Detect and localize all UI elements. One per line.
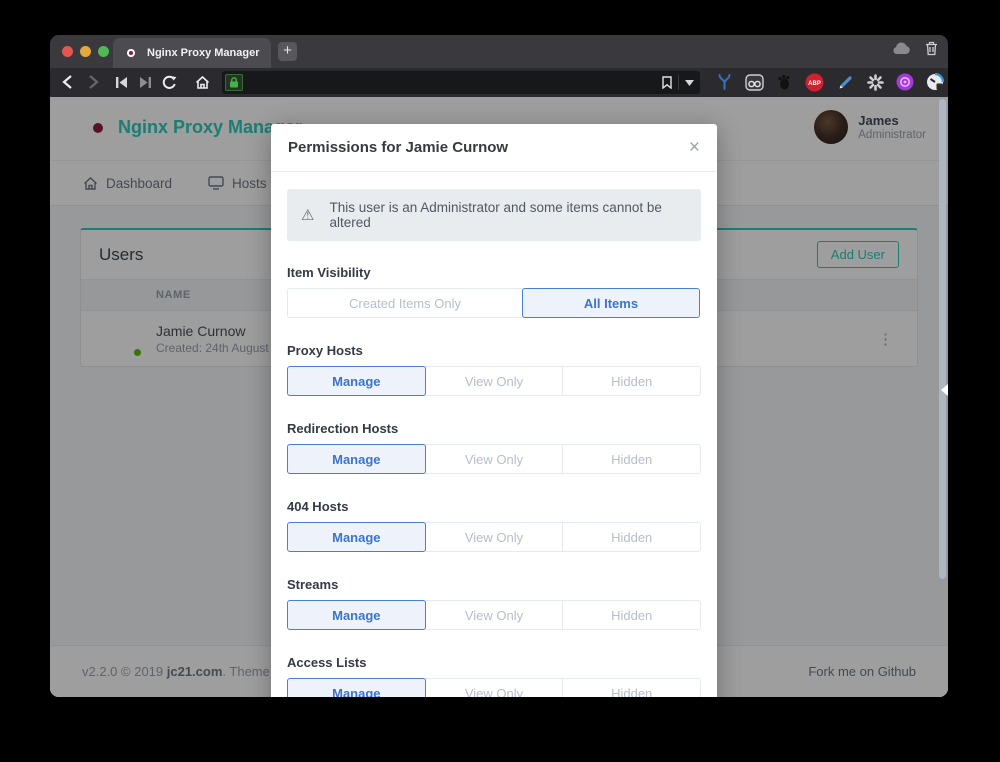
back-icon[interactable] <box>58 73 76 91</box>
access-lists-hidden-button[interactable]: Hidden <box>562 678 701 697</box>
404-hosts-group: 404 Hosts Manage View Only Hidden <box>287 499 701 552</box>
permissions-modal: Permissions for Jamie Curnow × ⚠ This us… <box>271 124 717 697</box>
redirection-hosts-manage-button[interactable]: Manage <box>287 444 426 474</box>
redirection-hosts-view-only-button[interactable]: View Only <box>425 444 564 474</box>
alert-text: This user is an Administrator and some i… <box>329 200 687 230</box>
extension-pen-icon[interactable] <box>835 72 855 92</box>
access-lists-group: Access Lists Manage View Only Hidden <box>287 655 701 697</box>
redirection-hosts-group: Redirection Hosts Manage View Only Hidde… <box>287 421 701 474</box>
streams-group: Streams Manage View Only Hidden <box>287 577 701 630</box>
reload-icon[interactable] <box>160 73 178 91</box>
desktop-background: Nginx Proxy Manager + <box>0 0 1000 762</box>
access-lists-manage-button[interactable]: Manage <box>287 678 426 697</box>
browser-tab[interactable]: Nginx Proxy Manager <box>113 38 271 68</box>
ssl-lock-icon[interactable] <box>225 74 243 91</box>
forward-icon[interactable] <box>84 73 102 91</box>
svg-text:ABP: ABP <box>808 81 821 87</box>
home-icon[interactable] <box>193 73 211 91</box>
proxy-hosts-hidden-button[interactable]: Hidden <box>562 366 701 396</box>
streams-manage-button[interactable]: Manage <box>287 600 426 630</box>
sync-cloud-icon[interactable] <box>891 42 911 55</box>
access-lists-view-only-button[interactable]: View Only <box>425 678 564 697</box>
404-hosts-manage-button[interactable]: Manage <box>287 522 426 552</box>
close-window-button[interactable] <box>62 46 73 57</box>
visibility-created-items-button[interactable]: Created Items Only <box>287 288 523 318</box>
favicon-npm-icon <box>123 45 139 61</box>
extension-split-icon[interactable] <box>714 72 734 92</box>
404-hosts-hidden-button[interactable]: Hidden <box>562 522 701 552</box>
item-visibility-label: Item Visibility <box>287 265 701 280</box>
extension-gauge-icon[interactable] <box>925 72 945 92</box>
zoom-window-button[interactable] <box>98 46 109 57</box>
extension-flower-icon[interactable] <box>865 72 885 92</box>
extension-adblock-icon[interactable]: ABP <box>804 72 824 92</box>
modal-title: Permissions for Jamie Curnow <box>288 139 508 156</box>
extension-footprint-icon[interactable] <box>774 72 794 92</box>
404-hosts-view-only-button[interactable]: View Only <box>425 522 564 552</box>
skip-to-end-icon[interactable] <box>136 73 154 91</box>
bookmark-dropdown-icon[interactable] <box>685 80 694 86</box>
edge-triangle-marker <box>941 384 948 396</box>
browser-tab-bar: Nginx Proxy Manager + <box>50 35 948 68</box>
proxy-hosts-manage-button[interactable]: Manage <box>287 366 426 396</box>
browser-window: Nginx Proxy Manager + <box>50 35 948 697</box>
new-tab-button[interactable]: + <box>278 42 297 61</box>
scrollbar-thumb[interactable] <box>939 99 946 579</box>
warning-triangle-icon: ⚠ <box>301 206 314 224</box>
minimize-window-button[interactable] <box>80 46 91 57</box>
streams-hidden-button[interactable]: Hidden <box>562 600 701 630</box>
trash-icon[interactable] <box>925 41 938 56</box>
browser-toolbar: ABP <box>50 68 948 97</box>
address-bar-divider <box>678 75 679 90</box>
redirection-hosts-hidden-button[interactable]: Hidden <box>562 444 701 474</box>
item-visibility-group: Item Visibility Created Items Only All I… <box>287 265 701 318</box>
extension-purple-icon[interactable] <box>895 72 915 92</box>
page-viewport: Nginx Proxy Manager James Administrator … <box>50 97 948 697</box>
proxy-hosts-group: Proxy Hosts Manage View Only Hidden <box>287 343 701 396</box>
streams-view-only-button[interactable]: View Only <box>425 600 564 630</box>
skip-to-start-icon[interactable] <box>112 73 130 91</box>
bookmark-icon[interactable] <box>662 76 672 89</box>
admin-warning-alert: ⚠ This user is an Administrator and some… <box>287 189 701 241</box>
visibility-all-items-button[interactable]: All Items <box>522 288 700 318</box>
address-bar[interactable] <box>222 71 700 94</box>
proxy-hosts-view-only-button[interactable]: View Only <box>425 366 564 396</box>
tab-title: Nginx Proxy Manager <box>147 47 259 59</box>
extension-container-icon[interactable] <box>744 72 764 92</box>
modal-close-icon[interactable]: × <box>689 138 700 157</box>
